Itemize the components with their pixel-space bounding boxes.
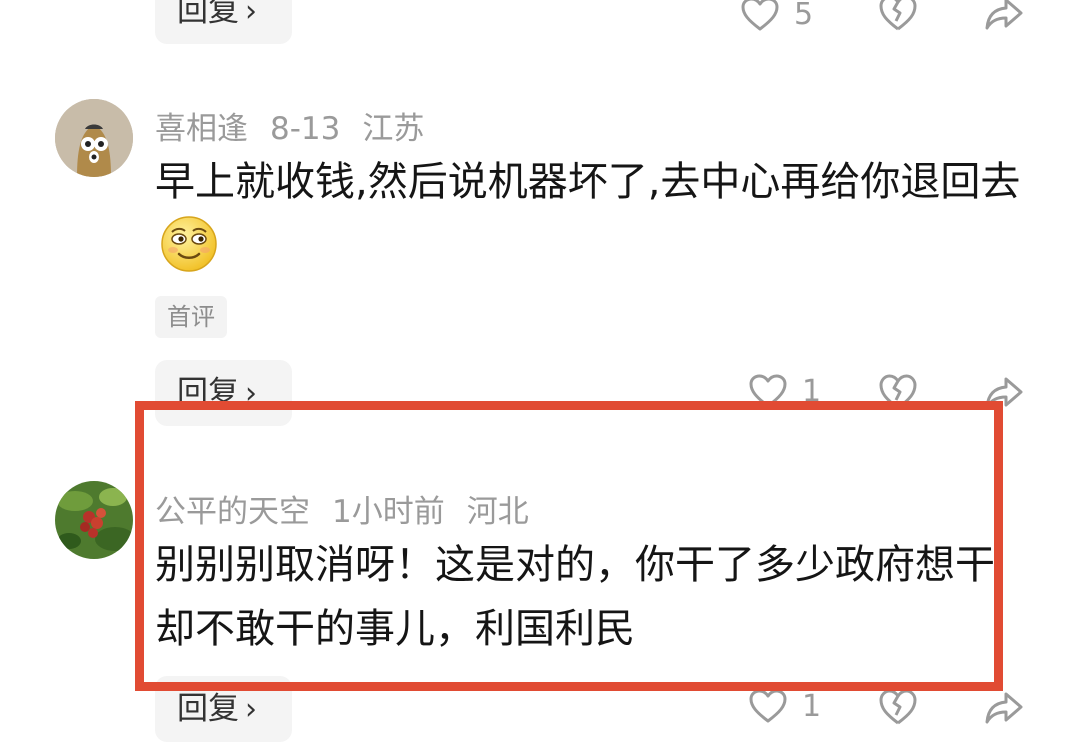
chevron-right-icon: › [245, 692, 257, 727]
reply-button[interactable]: 回复 › [155, 360, 292, 426]
share-arrow-icon [984, 0, 1024, 32]
share-button[interactable] [984, 0, 1024, 32]
like-count: 1 [802, 373, 822, 409]
share-arrow-icon [984, 688, 1024, 726]
comment-date: 1小时前 [332, 494, 445, 530]
comment-location: 河北 [466, 494, 529, 530]
chevron-right-icon: › [245, 0, 257, 29]
dislike-button[interactable] [878, 373, 918, 411]
comment-date: 8-13 [270, 111, 341, 147]
username[interactable]: 喜相逢 [155, 111, 248, 147]
first-comment-badge: 首评 [155, 296, 227, 338]
heart-icon [748, 688, 788, 724]
comment-location: 江苏 [362, 111, 425, 147]
broken-heart-icon [878, 688, 918, 726]
broken-heart-icon [878, 0, 918, 32]
comment-text: 别别别取消呀！这是对的，你干了多少政府想干却不敢干的事儿，利国利民 [155, 542, 995, 652]
dislike-button[interactable] [878, 688, 918, 726]
reply-button[interactable]: 回复 › [155, 0, 292, 44]
share-arrow-icon [984, 373, 1024, 411]
username[interactable]: 公平的天空 [155, 494, 310, 530]
like-button[interactable]: 5 [740, 0, 813, 32]
heart-icon [740, 0, 780, 32]
chevron-right-icon: › [245, 376, 257, 411]
share-button[interactable] [984, 688, 1024, 726]
share-button[interactable] [984, 373, 1024, 411]
avatar[interactable] [55, 481, 133, 559]
broken-heart-icon [878, 373, 918, 411]
reply-button[interactable]: 回复 › [155, 676, 292, 742]
like-count: 5 [794, 0, 814, 32]
like-count: 1 [802, 688, 822, 724]
comment-meta: 公平的天空 1小时前 河北 [155, 486, 551, 531]
comment-meta: 喜相逢 8-13 江苏 [155, 103, 446, 148]
heart-icon [748, 373, 788, 409]
comment-text: 早上就收钱,然后说机器坏了,去中心再给你退回去 [155, 150, 1025, 279]
dislike-button[interactable] [878, 0, 918, 32]
like-button[interactable]: 1 [748, 688, 821, 724]
smiling-face-emoji [159, 214, 219, 274]
reply-label: 回复 [177, 691, 239, 727]
reply-label: 回复 [177, 0, 239, 29]
reply-label: 回复 [177, 375, 239, 411]
avatar[interactable] [55, 99, 133, 177]
like-button[interactable]: 1 [748, 373, 821, 409]
